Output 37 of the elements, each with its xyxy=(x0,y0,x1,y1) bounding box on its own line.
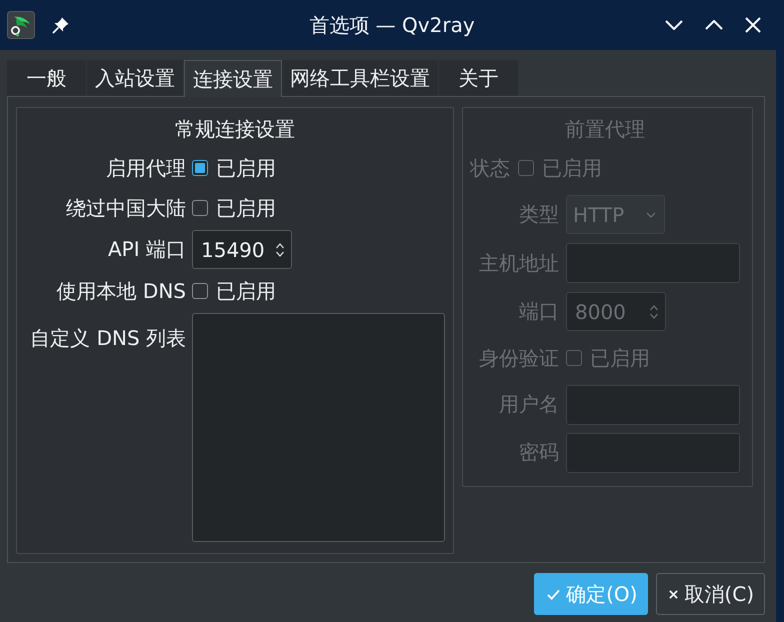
field-label: 使用本地 DNS xyxy=(56,278,186,304)
tab[interactable]: 一般 xyxy=(7,60,87,96)
checkbox[interactable] xyxy=(192,160,208,176)
tab[interactable]: 网络工具栏设置 xyxy=(282,60,439,96)
close-icon xyxy=(669,590,678,598)
spinbox[interactable]: 15490 xyxy=(192,230,292,269)
tab[interactable]: 入站设置 xyxy=(87,60,184,96)
window-title: 首选项 — Qv2ray xyxy=(309,12,475,38)
field-label: 启用代理 xyxy=(106,154,186,182)
checkbox-label: 已启用 xyxy=(542,154,602,182)
checkbox-label: 已启用 xyxy=(216,278,276,304)
checkbox-label: 已启用 xyxy=(216,194,276,222)
group-title: 前置代理 xyxy=(564,116,646,142)
maximize-icon[interactable] xyxy=(705,20,723,30)
field-label: 类型 xyxy=(519,201,559,228)
field-label: 主机地址 xyxy=(479,250,559,276)
field-label: 绕过中国大陆 xyxy=(66,194,186,222)
checkbox-label: 已启用 xyxy=(590,344,650,372)
cancel-button[interactable]: 取消(C) xyxy=(656,573,765,615)
field-label: 身份验证 xyxy=(479,344,559,372)
pin-icon[interactable] xyxy=(52,16,70,34)
field-label: 端口 xyxy=(519,298,559,325)
minimize-icon[interactable] xyxy=(665,20,683,30)
field-label: 密码 xyxy=(519,439,559,466)
field-label: API 端口 xyxy=(108,236,186,263)
tab[interactable]: 关于 xyxy=(439,60,519,96)
checkbox[interactable] xyxy=(192,200,208,216)
tab[interactable]: 连接设置 xyxy=(184,60,282,97)
group-title: 常规连接设置 xyxy=(174,116,296,142)
app-logo-icon xyxy=(7,11,35,39)
checkbox-label: 已启用 xyxy=(216,154,276,182)
close-icon[interactable] xyxy=(745,17,761,33)
field-label: 状态 xyxy=(470,154,510,182)
checkmark-icon xyxy=(547,588,560,600)
field-label: 自定义 DNS 列表 xyxy=(30,325,186,352)
field-label: 用户名 xyxy=(499,391,559,418)
checkbox[interactable] xyxy=(192,283,208,299)
